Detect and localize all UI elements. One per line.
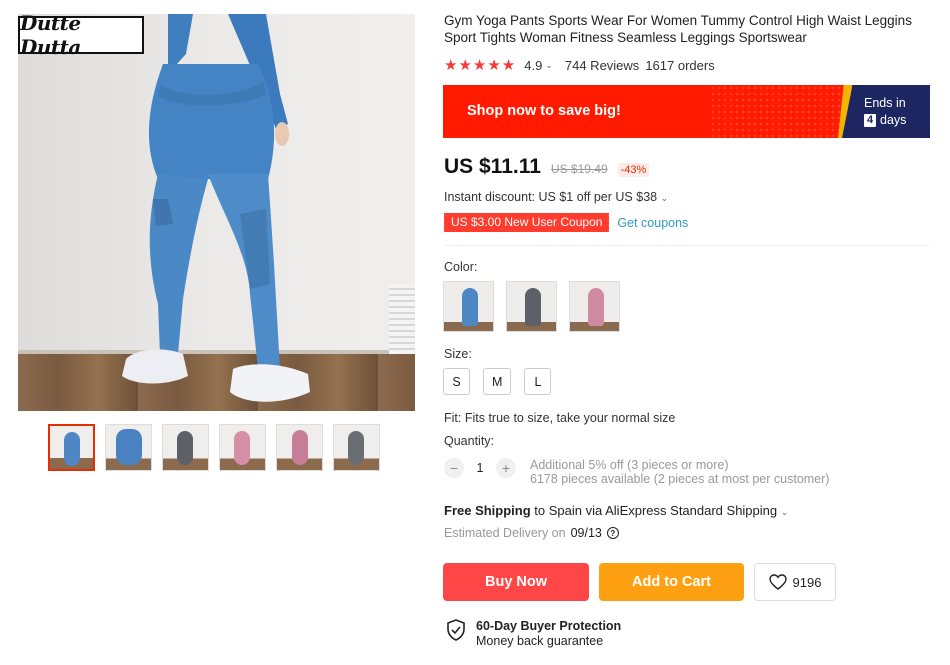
main-product-image[interactable]: Dutte Dutta <box>18 14 415 411</box>
chevron-down-icon[interactable]: ⌄ <box>661 193 669 203</box>
thumbnail-strip <box>48 424 380 471</box>
size-label: Size: <box>444 347 472 361</box>
promo-text: Shop now to save big! <box>467 103 621 119</box>
promo-banner[interactable]: Shop now to save big! Ends in 4 days <box>443 85 930 138</box>
shipping-method: to Spain via AliExpress Standard Shippin… <box>534 503 778 518</box>
quantity-plus-button[interactable]: + <box>496 458 516 478</box>
add-to-cart-button[interactable]: Add to Cart <box>599 563 744 601</box>
protection-title: 60-Day Buyer Protection <box>476 619 622 633</box>
color-label: Color: <box>444 260 478 274</box>
shield-icon <box>447 619 465 641</box>
pieces-available: 6178 pieces available (2 pieces at most … <box>530 472 830 486</box>
product-title: Gym Yoga Pants Sports Wear For Women Tum… <box>444 13 912 45</box>
promo-countdown: Ends in 4 days <box>842 85 930 138</box>
days-value: 4 <box>864 113 876 127</box>
quantity-label: Quantity: <box>444 434 495 448</box>
rating-stars-icon: ★★★★★ <box>444 57 517 74</box>
thumbnail-3[interactable] <box>162 424 209 471</box>
color-swatch-pink[interactable] <box>569 281 620 332</box>
buyer-protection: 60-Day Buyer Protection Money back guara… <box>446 619 621 648</box>
model-figure <box>122 14 310 402</box>
instant-discount[interactable]: Instant discount: US $1 off per US $38 ⌄ <box>444 190 668 204</box>
days-label: days <box>880 113 907 127</box>
original-price: US $19.49 <box>550 162 608 176</box>
buy-now-button[interactable]: Buy Now <box>443 563 589 601</box>
discount-badge: -43% <box>617 163 650 177</box>
brand-logo: Dutte Dutta <box>18 14 144 59</box>
new-user-coupon[interactable]: US $3.00 New User Coupon <box>441 213 610 232</box>
action-buttons: Buy Now Add to Cart 9196 <box>443 563 836 601</box>
shipping-info[interactable]: Free Shipping to Spain via AliExpress St… <box>444 503 788 518</box>
thumbnail-1[interactable] <box>48 424 95 471</box>
divider <box>444 245 930 246</box>
size-l-button[interactable]: L <box>524 368 552 395</box>
color-swatch-blue[interactable] <box>443 281 494 332</box>
quantity-value[interactable]: 1 <box>472 458 488 478</box>
rating-score[interactable]: 4.9 <box>524 58 542 73</box>
color-swatches <box>443 281 620 332</box>
review-count[interactable]: 744 Reviews <box>565 58 639 73</box>
get-coupons-link[interactable]: Get coupons <box>617 216 688 230</box>
delivery-date: 09/13 <box>570 526 602 540</box>
free-shipping-label: Free Shipping <box>444 503 531 518</box>
additional-discount: Additional 5% off (3 pieces or more) <box>530 458 729 472</box>
thumbnail-2[interactable] <box>105 424 152 471</box>
size-m-button[interactable]: M <box>483 368 512 395</box>
thumbnail-6[interactable] <box>333 424 380 471</box>
thumbnail-5[interactable] <box>276 424 323 471</box>
quantity-info: Additional 5% off (3 pieces or more) 617… <box>530 458 829 486</box>
chevron-down-icon[interactable]: ⌄ <box>545 60 553 71</box>
current-price: US $11.11 <box>444 155 541 178</box>
estimated-delivery: Estimated Delivery on 09/13 ? <box>444 526 619 540</box>
quantity-stepper: − 1 + Additional 5% off (3 pieces or mor… <box>444 458 829 486</box>
order-count: 1617 orders <box>645 57 715 73</box>
color-swatch-gray[interactable] <box>506 281 557 332</box>
thumbnail-4[interactable] <box>219 424 266 471</box>
size-s-button[interactable]: S <box>443 368 470 395</box>
fit-note: Fit: Fits true to size, take your normal… <box>444 411 676 425</box>
protection-subtitle: Money back guarantee <box>476 634 604 648</box>
wishlist-count: 9196 <box>792 574 822 590</box>
coupon-row: US $3.00 New User Coupon Get coupons <box>441 213 688 232</box>
quantity-minus-button[interactable]: − <box>444 458 464 478</box>
help-icon[interactable]: ? <box>606 527 619 539</box>
ends-in-label: Ends in <box>864 96 906 110</box>
heart-icon <box>768 574 787 590</box>
wishlist-button[interactable]: 9196 <box>754 563 836 601</box>
rating-row: ★★★★★ 4.9 ⌄ 744 Reviews 1617 orders <box>444 56 715 74</box>
size-options: S M L <box>443 368 552 395</box>
chevron-down-icon[interactable]: ⌄ <box>781 507 789 517</box>
price-row: US $11.11 US $19.49 -43% <box>444 155 650 179</box>
